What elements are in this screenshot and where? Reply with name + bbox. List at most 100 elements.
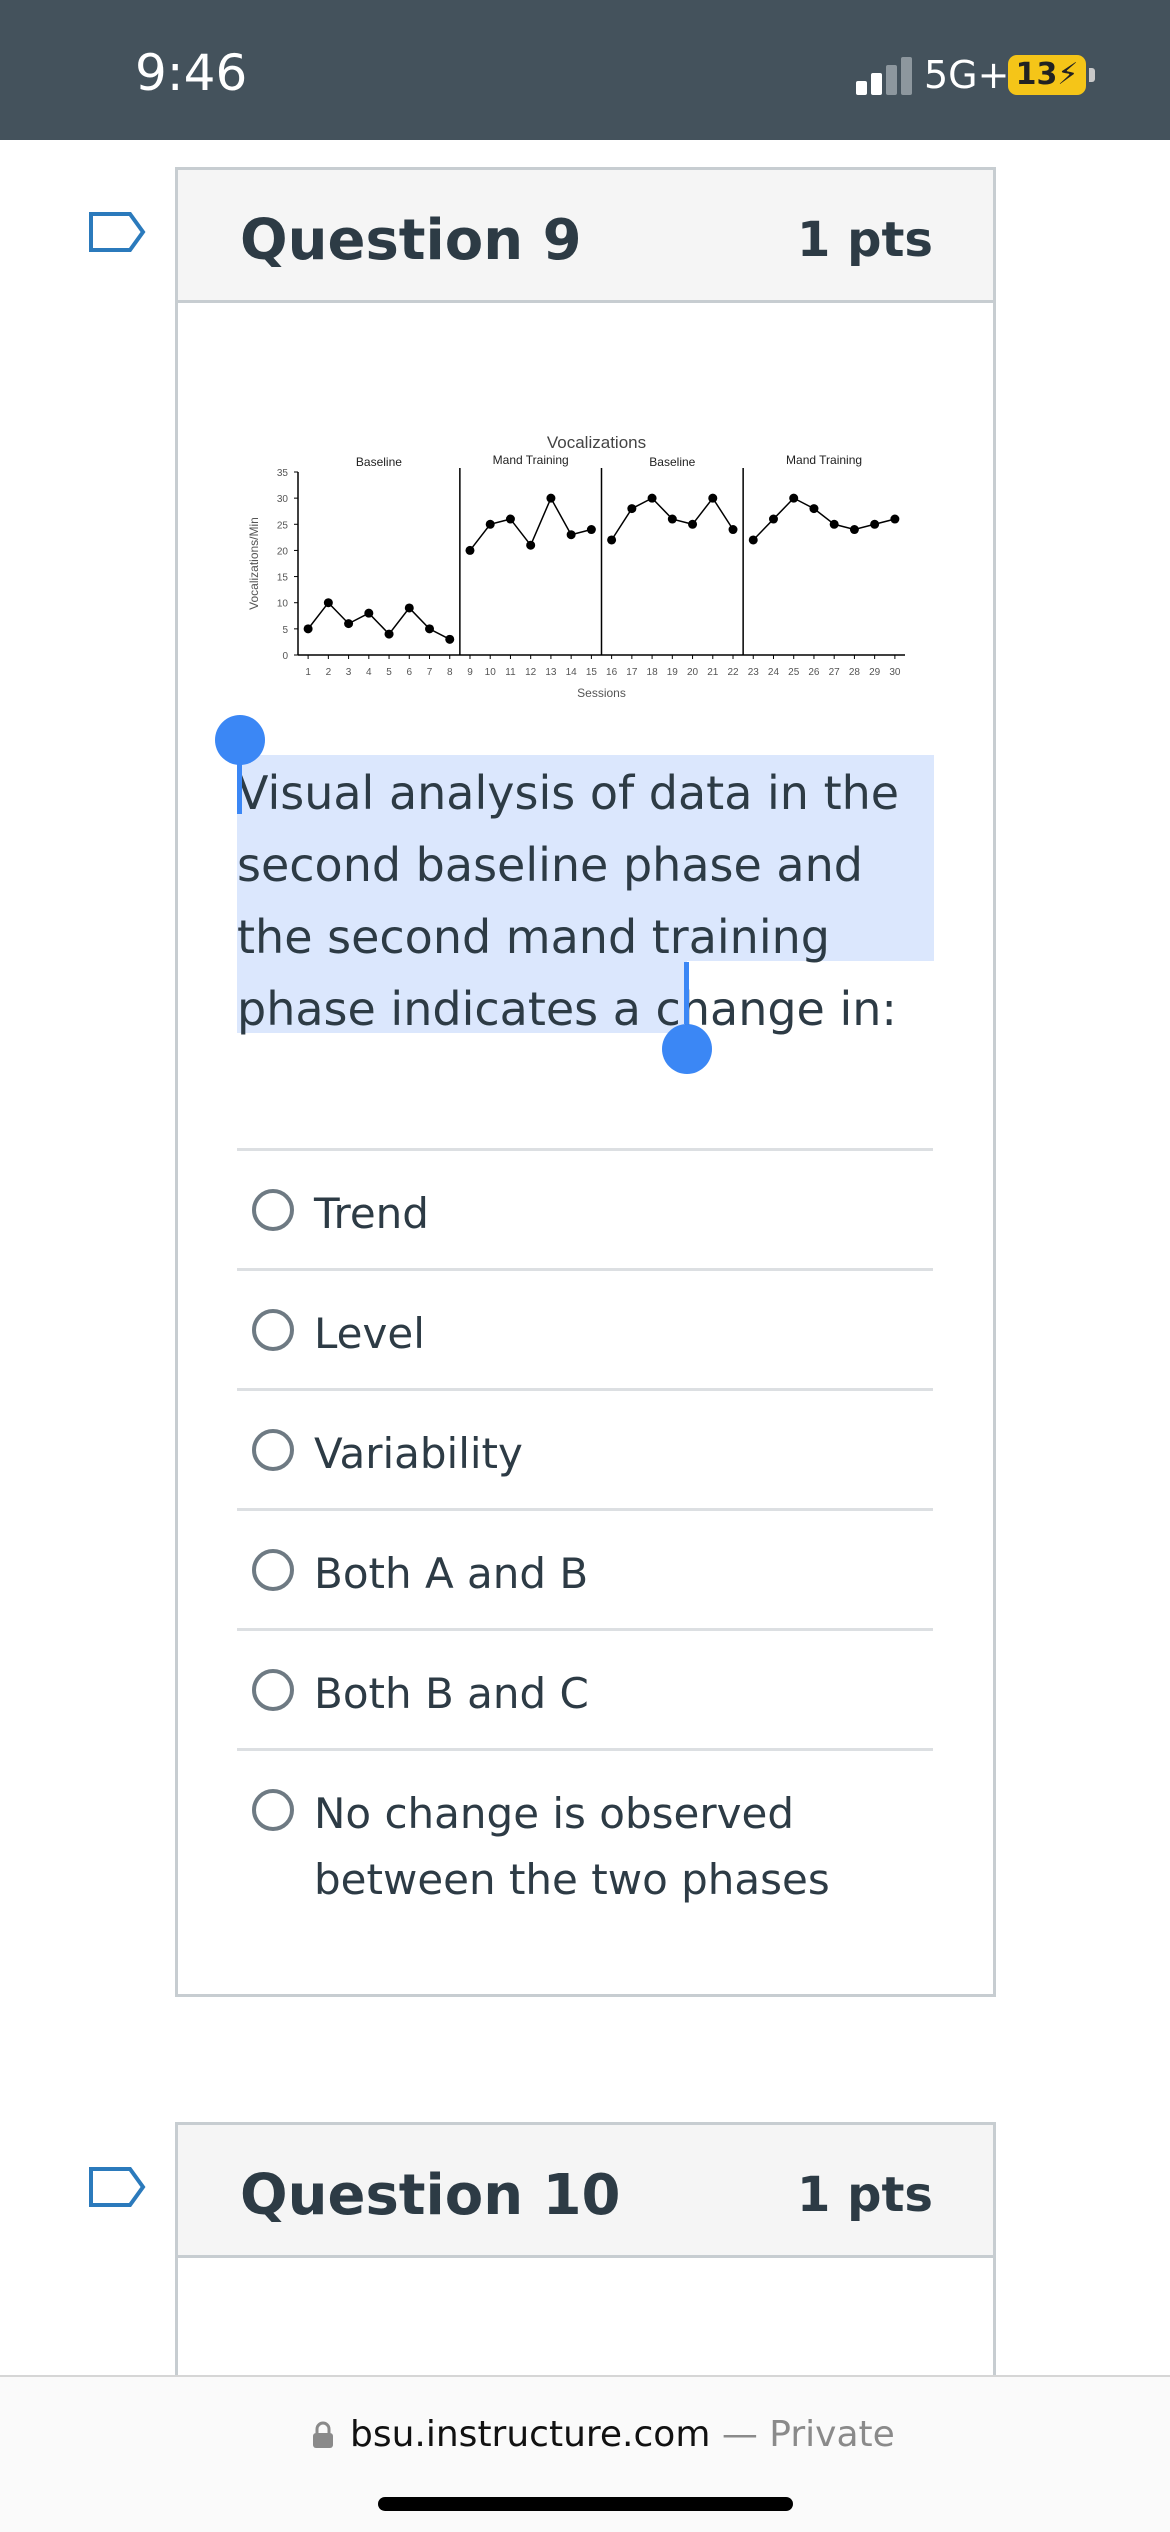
- question-title: Question 9: [240, 208, 582, 273]
- flag-outline-icon[interactable]: [88, 211, 146, 253]
- answer-label: Both B and C: [314, 1669, 589, 1718]
- x-tick-label: 4: [366, 667, 372, 678]
- x-tick-label: 15: [586, 667, 598, 678]
- x-tick-label: 21: [707, 667, 719, 678]
- y-tick-label: 30: [277, 494, 289, 505]
- x-tick-label: 22: [727, 667, 739, 678]
- y-tick-label: 10: [277, 599, 289, 610]
- answer-label: Trend: [314, 1189, 429, 1238]
- answer-option[interactable]: Level: [237, 1268, 933, 1388]
- question-title: Question 10: [240, 2163, 621, 2228]
- x-tick-label: 2: [326, 667, 332, 678]
- battery-charging-icon: 13⚡: [1008, 55, 1086, 95]
- x-tick-label: 30: [889, 667, 901, 678]
- answer-option[interactable]: Trend: [237, 1148, 933, 1268]
- x-tick-label: 8: [447, 667, 453, 678]
- answer-option[interactable]: Variability: [237, 1388, 933, 1508]
- home-indicator[interactable]: [378, 2497, 793, 2511]
- x-tick-label: 3: [346, 667, 352, 678]
- battery-level: 13: [1015, 57, 1058, 92]
- x-tick-label: 13: [545, 667, 557, 678]
- data-point: [465, 545, 475, 555]
- question-prompt[interactable]: Visual analysis of data in the second ba…: [237, 757, 937, 1045]
- data-point: [870, 519, 880, 529]
- data-point: [526, 540, 536, 550]
- data-point: [688, 519, 698, 529]
- data-point: [647, 493, 657, 503]
- data-point: [809, 504, 819, 514]
- question-header: Question 9 1 pts: [178, 170, 993, 303]
- y-tick-label: 25: [277, 520, 289, 531]
- data-point: [445, 634, 455, 644]
- data-point: [505, 514, 515, 524]
- answer-label: Both A and B: [314, 1549, 589, 1598]
- radio-button[interactable]: [252, 1669, 294, 1711]
- data-point: [546, 493, 556, 503]
- phase-label: Mand Training: [786, 453, 862, 467]
- status-bar: 9:46 5G+ 13⚡: [0, 0, 1170, 140]
- y-tick-label: 35: [277, 468, 289, 479]
- data-point: [728, 525, 738, 535]
- data-point: [768, 514, 778, 524]
- x-tick-label: 27: [829, 667, 841, 678]
- y-tick-label: 15: [277, 573, 289, 584]
- phase-label: Mand Training: [493, 453, 569, 467]
- radio-button[interactable]: [252, 1429, 294, 1471]
- answer-options: Trend Level Variability Both A and B Bot…: [237, 1148, 933, 1938]
- y-tick-label: 20: [277, 546, 289, 557]
- data-point: [748, 535, 758, 545]
- data-point: [890, 514, 900, 524]
- x-tick-label: 19: [667, 667, 679, 678]
- battery-tip: [1089, 68, 1095, 82]
- answer-option[interactable]: No change is observed between the two ph…: [237, 1748, 933, 1938]
- phase-label: Baseline: [649, 455, 695, 469]
- y-tick-label: 0: [282, 651, 288, 662]
- selection-start-handle[interactable]: [215, 715, 265, 765]
- status-time: 9:46: [135, 44, 248, 102]
- y-axis-label: Vocalizations/Min: [247, 517, 261, 610]
- selection-end-handle[interactable]: [662, 1024, 712, 1074]
- data-point: [323, 598, 333, 608]
- x-tick-label: 11: [505, 667, 516, 678]
- answer-option[interactable]: Both B and C: [237, 1628, 933, 1748]
- radio-button[interactable]: [252, 1549, 294, 1591]
- data-point: [344, 619, 354, 629]
- radio-button[interactable]: [252, 1789, 294, 1831]
- series-line: [307, 601, 451, 640]
- x-tick-label: 1: [305, 667, 311, 678]
- chart-svg: Vocalizations051015202530351 2 3 4 5 6 7 8 9 10 11…: [247, 433, 905, 700]
- browser-address-bar[interactable]: bsu.instructure.com — Private: [0, 2375, 1170, 2532]
- answer-option[interactable]: Both A and B: [237, 1508, 933, 1628]
- x-axis-label: Sessions: [577, 686, 626, 700]
- data-point: [566, 530, 576, 540]
- phase-label: Baseline: [356, 455, 402, 469]
- selection-end-caret[interactable]: [684, 962, 689, 1024]
- answer-label: Level: [314, 1309, 425, 1358]
- x-tick-label: 7: [427, 667, 433, 678]
- x-tick-label: 20: [687, 667, 699, 678]
- data-point: [364, 608, 374, 618]
- x-tick-label: 5: [386, 667, 392, 678]
- x-tick-label: 24: [768, 667, 780, 678]
- url-text[interactable]: bsu.instructure.com — Private: [350, 2414, 895, 2455]
- data-point: [485, 519, 495, 529]
- network-type: 5G+: [924, 53, 1010, 97]
- question-header: Question 10 1 pts: [178, 2125, 993, 2258]
- x-tick-label: 26: [808, 667, 820, 678]
- data-point: [627, 504, 637, 514]
- data-point: [384, 629, 394, 639]
- data-point: [789, 493, 799, 503]
- radio-button[interactable]: [252, 1189, 294, 1231]
- url-domain: bsu.instructure.com: [350, 2414, 711, 2455]
- chart-title: Vocalizations: [547, 433, 646, 452]
- selection-start-caret[interactable]: [237, 762, 242, 814]
- x-tick-label: 17: [626, 667, 638, 678]
- x-tick-label: 9: [467, 667, 473, 678]
- x-tick-label: 12: [525, 667, 537, 678]
- data-point: [303, 624, 313, 634]
- data-point: [708, 493, 718, 503]
- data-point: [607, 535, 617, 545]
- flag-outline-icon[interactable]: [88, 2166, 146, 2208]
- radio-button[interactable]: [252, 1309, 294, 1351]
- data-point: [829, 519, 839, 529]
